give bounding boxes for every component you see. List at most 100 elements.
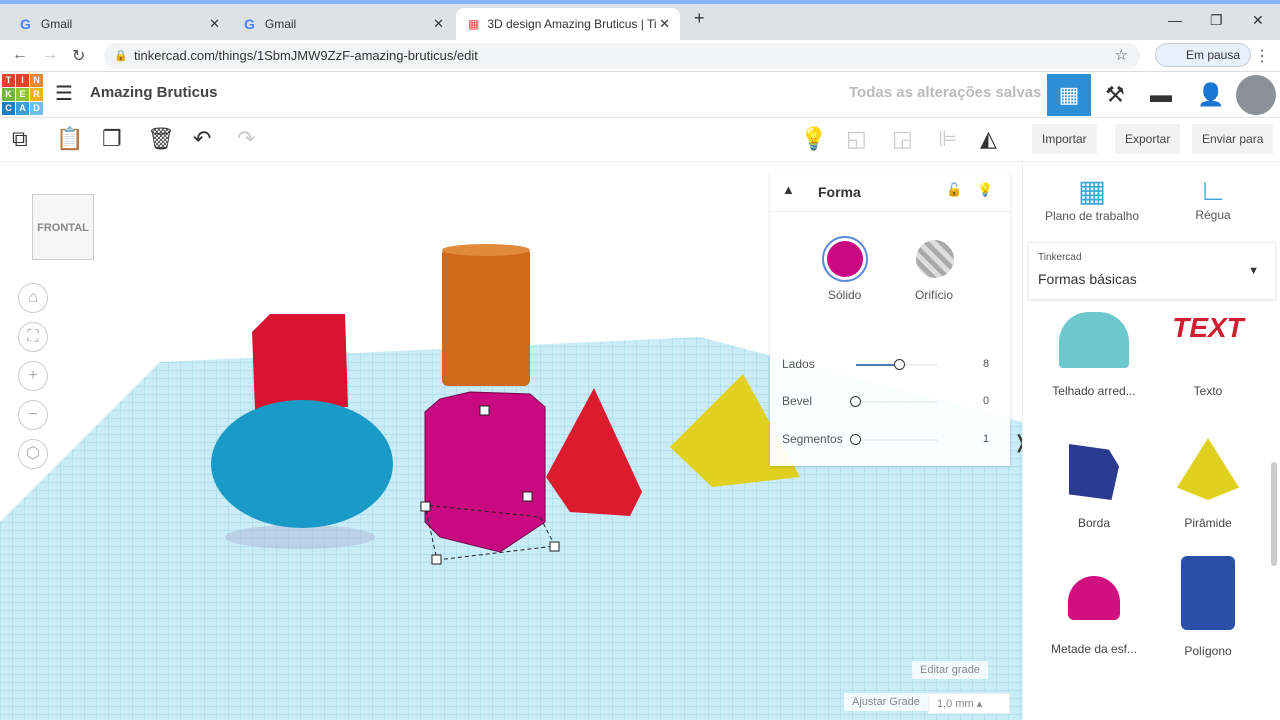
slider-handle[interactable] — [894, 359, 905, 370]
shape-item[interactable]: TEXT Texto — [1153, 312, 1263, 398]
design-title[interactable]: Amazing Bruticus — [90, 84, 218, 101]
export-button[interactable]: Exportar — [1115, 124, 1181, 154]
lock-icon[interactable]: 🔓 — [946, 182, 962, 198]
design-list-icon[interactable]: ☰ — [55, 81, 73, 106]
tab-label: Gmail — [264, 17, 297, 31]
shape-item[interactable]: Telhado arred... — [1039, 312, 1149, 398]
fit-view-icon[interactable]: ⛶ — [18, 322, 48, 352]
logo-letter: T — [2, 74, 15, 87]
duplicate-icon[interactable]: ❐ — [102, 126, 122, 152]
shape-label: Telhado arred... — [1052, 384, 1136, 398]
shape-inspector: ▲ Forma 🔓 💡 Sólido Orifício Lados 8 Beve… — [770, 172, 1010, 466]
close-tab-icon[interactable]: ✕ — [209, 16, 220, 32]
param-value[interactable]: 0 — [983, 395, 989, 407]
lock-icon: 🔒 — [114, 50, 128, 62]
shape-item[interactable]: Polígono — [1153, 556, 1263, 658]
solid-color-button[interactable] — [822, 236, 868, 282]
shape-label: Metade da esf... — [1050, 642, 1138, 656]
shape-item[interactable]: Pirâmide — [1153, 438, 1263, 530]
group-icon[interactable]: ◱ — [846, 126, 867, 152]
slider-handle[interactable] — [850, 434, 861, 445]
url-text: tinkercad.com/things/1SbmJMW9ZzF-amazing… — [134, 48, 478, 63]
sphere-shape[interactable] — [211, 400, 393, 528]
ruler-icon: ∟ — [1198, 174, 1228, 207]
selected-polygon-shape[interactable] — [424, 391, 546, 553]
blocks-view-button[interactable]: ⚒ — [1093, 74, 1137, 116]
zoom-out-icon[interactable]: − — [18, 400, 48, 430]
paste-icon[interactable]: 📋 — [56, 126, 83, 152]
scrollbar[interactable] — [1271, 462, 1277, 566]
snap-grid-select[interactable]: 1,0 mm ▴ — [928, 693, 1010, 714]
view-cube[interactable]: FRONTAL — [32, 194, 94, 260]
home-view-icon[interactable]: ⌂ — [18, 283, 48, 313]
collapse-icon[interactable]: ▲ — [782, 182, 795, 197]
edit-toolbar: ⧉ 📋 ❐ 🗑 ↶ ↷ 💡 ◱ ◲ ⊫ ◭ Importar Exportar … — [0, 118, 1280, 162]
ungroup-icon[interactable]: ◲ — [892, 126, 913, 152]
shape-item[interactable]: Borda — [1039, 444, 1149, 530]
close-tab-icon[interactable]: ✕ — [433, 16, 444, 32]
bevel-slider[interactable] — [850, 396, 938, 407]
3d-design-view-button[interactable]: ▦ — [1047, 74, 1091, 116]
reload-icon[interactable]: ↻ — [72, 46, 85, 66]
browser-tab-active[interactable]: ▦ 3D design Amazing Bruticus | Tin ✕ — [456, 8, 680, 40]
add-user-icon[interactable]: 👤 — [1189, 74, 1233, 116]
box-shape[interactable] — [252, 314, 348, 410]
zoom-in-icon[interactable]: + — [18, 361, 48, 391]
slider-handle[interactable] — [850, 396, 861, 407]
inspector-title: Forma — [818, 184, 861, 200]
param-value[interactable]: 1 — [983, 433, 989, 445]
view-cube-face-label: FRONTAL — [37, 222, 89, 234]
rounded-roof-thumb — [1059, 312, 1129, 368]
edit-grid-button[interactable]: Editar grade — [912, 661, 988, 679]
lados-slider[interactable] — [856, 359, 938, 370]
perspective-icon[interactable]: ⬡ — [18, 439, 48, 469]
forward-icon[interactable]: → — [42, 46, 58, 64]
profile-button[interactable]: Em pausa — [1155, 43, 1252, 67]
param-label-segmentos: Segmentos — [782, 432, 843, 446]
category-select[interactable]: Tinkercad Formas básicas ▼ — [1028, 242, 1276, 300]
address-bar: ← → ↻ 🔒 tinkercad.com/things/1SbmJMW9ZzF-… — [0, 40, 1280, 72]
back-icon[interactable]: ← — [12, 46, 28, 64]
ruler-button[interactable]: ∟ Régua — [1173, 174, 1253, 222]
save-status: Todas as alterações salvas — [849, 84, 1042, 101]
workplane-button[interactable]: ▦ Plano de trabalho — [1037, 174, 1147, 223]
align-icon[interactable]: ⊫ — [938, 126, 957, 152]
logo-letter: I — [16, 74, 29, 87]
new-tab-button[interactable]: + — [694, 8, 705, 29]
send-to-button[interactable]: Enviar para — [1192, 124, 1274, 154]
google-icon: G — [244, 16, 255, 32]
bookmark-star-icon[interactable]: ☆ — [1115, 43, 1128, 69]
copy-icon[interactable]: ⧉ — [12, 126, 28, 152]
hole-button[interactable] — [916, 240, 954, 278]
light-bulb-icon[interactable]: 💡 — [977, 182, 993, 198]
close-window-button[interactable]: ✕ — [1252, 12, 1264, 29]
shape-label: Polígono — [1184, 644, 1232, 658]
url-input[interactable]: 🔒 tinkercad.com/things/1SbmJMW9ZzF-amazin… — [104, 43, 1140, 69]
browser-tab[interactable]: G Gmail ✕ — [8, 8, 230, 40]
segmentos-slider[interactable] — [850, 434, 938, 445]
tab-label: Gmail — [40, 17, 73, 31]
menu-icon[interactable]: ⋮ — [1254, 46, 1270, 66]
logo-letter: N — [30, 74, 43, 87]
workplane-label: Plano de trabalho — [1044, 209, 1140, 223]
tinkercad-logo[interactable]: TIN KER CAD — [2, 74, 43, 115]
undo-icon[interactable]: ↶ — [193, 126, 211, 152]
maximize-button[interactable]: ❐ — [1210, 12, 1223, 29]
import-button[interactable]: Importar — [1032, 124, 1097, 154]
lessons-button[interactable]: ▬ — [1139, 74, 1183, 116]
mirror-icon[interactable]: ◭ — [980, 126, 997, 152]
expand-panel-icon[interactable]: ❭ — [1013, 432, 1022, 453]
google-icon: G — [20, 16, 31, 32]
delete-icon[interactable]: 🗑 — [147, 126, 175, 152]
close-tab-icon[interactable]: ✕ — [659, 16, 670, 32]
shape-item[interactable]: Metade da esf... — [1039, 576, 1149, 656]
redo-icon[interactable]: ↷ — [237, 126, 255, 152]
minimize-button[interactable]: — — [1168, 12, 1182, 28]
browser-tab[interactable]: G Gmail ✕ — [232, 8, 454, 40]
param-value[interactable]: 8 — [983, 358, 989, 370]
solid-swatch — [827, 241, 863, 277]
cylinder-shape[interactable] — [442, 248, 530, 386]
param-label-lados: Lados — [782, 357, 815, 371]
avatar[interactable] — [1236, 75, 1276, 115]
notes-light-icon[interactable]: 💡 — [800, 126, 827, 152]
